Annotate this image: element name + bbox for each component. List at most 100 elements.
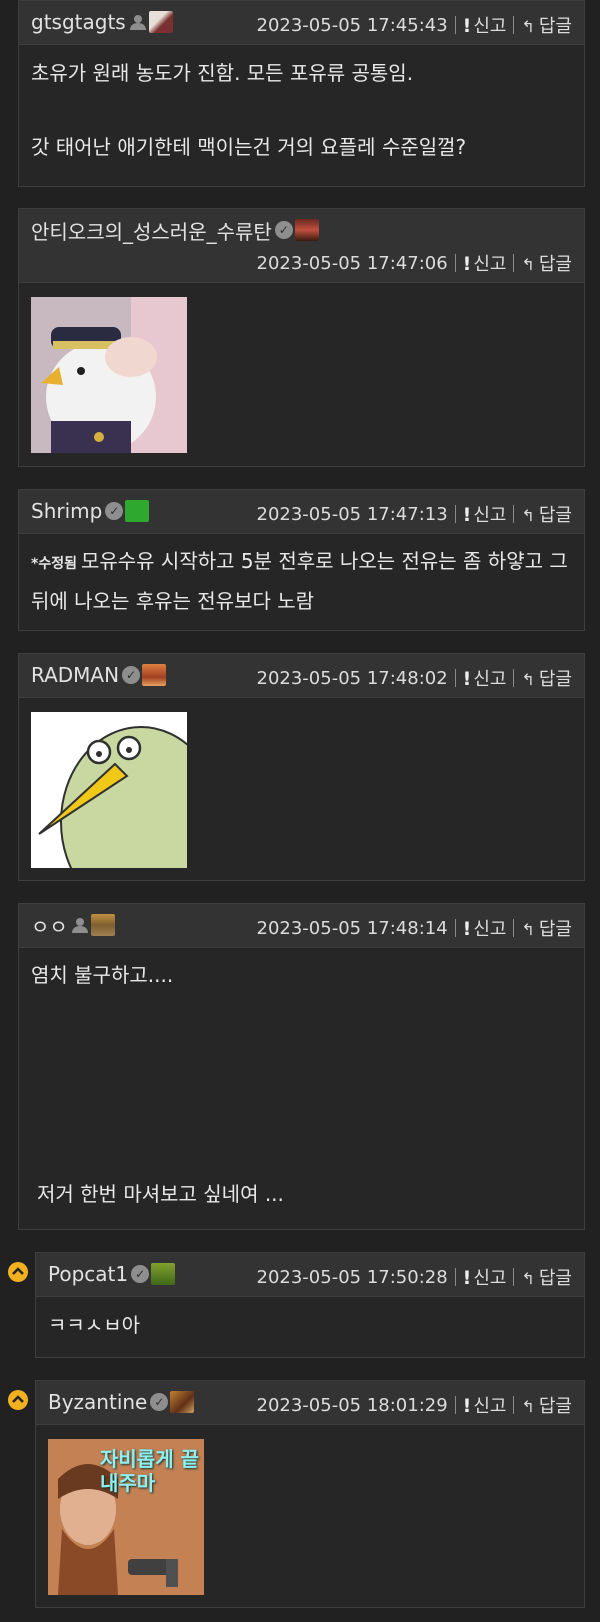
reply-indicator-icon — [8, 1390, 28, 1410]
user-badge-icon — [90, 914, 115, 936]
comment-author[interactable]: RADMAN ✓ — [31, 663, 167, 687]
comment-body — [19, 283, 584, 465]
report-label: 신고 — [473, 919, 507, 940]
reply-button[interactable]: ↰ 답글 — [521, 501, 572, 527]
comment-text: 저거 한번 마셔보고 싶네여 ... — [37, 1182, 284, 1206]
username[interactable]: Popcat1 — [48, 1262, 128, 1286]
edited-tag: *수정됨 — [31, 556, 77, 572]
username[interactable]: RADMAN — [31, 663, 119, 687]
comment-meta: 2023-05-05 17:48:02 ! 신고 ↰ 답글 — [257, 665, 573, 691]
report-button[interactable]: ! 신고 — [463, 1264, 507, 1290]
verified-check-icon: ✓ — [122, 666, 141, 684]
reply-button[interactable]: ↰ 답글 — [521, 250, 572, 276]
comment: gtsgtagts 2023-05-05 17:45:43 ! 신고 ↰ 답글 초유… — [18, 0, 585, 187]
report-button[interactable]: ! 신고 — [463, 12, 507, 38]
reply-arrow-icon: ↰ — [521, 670, 535, 689]
reply-arrow-icon: ↰ — [521, 1269, 535, 1288]
comment-meta: 2023-05-05 17:47:06 ! 신고 ↰ 답글 — [257, 250, 573, 276]
reply-button[interactable]: ↰ 답글 — [521, 1392, 572, 1418]
comment-author[interactable]: 안티오크의_성스러운_수류탄 ✓ — [31, 216, 319, 245]
exclamation-icon: ! — [462, 1395, 472, 1417]
timestamp: 2023-05-05 17:45:43 — [256, 14, 448, 36]
username[interactable]: gtsgtagts — [31, 10, 126, 34]
comment-meta: 2023-05-05 18:01:29 ! 신고 ↰ 답글 — [257, 1392, 573, 1418]
comment-author[interactable]: ㅇㅇ — [31, 911, 115, 940]
report-label: 신고 — [473, 505, 507, 526]
user-badge-icon — [125, 500, 150, 522]
comment-author[interactable]: Shrimp ✓ — [31, 499, 150, 523]
comment-line — [31, 92, 572, 129]
comment-image[interactable] — [31, 297, 187, 453]
comment: ㅇㅇ 2023-05-05 17:48:14 ! 신고 ↰ 답글 염치 불구하고..… — [18, 903, 585, 1230]
comment-body: 자비롭게 끝내주마 — [36, 1425, 584, 1607]
divider — [454, 505, 456, 523]
report-label: 신고 — [473, 254, 507, 275]
comment-image[interactable] — [31, 712, 222, 918]
reply-button[interactable]: ↰ 답글 — [521, 915, 572, 941]
reply-arrow-icon: ↰ — [521, 1397, 535, 1416]
reply-arrow-icon: ↰ — [521, 920, 535, 939]
reply-label: 답글 — [538, 919, 572, 940]
exclamation-icon: ! — [462, 668, 472, 690]
exclamation-icon: ! — [462, 15, 472, 37]
reply-comment: Popcat1 ✓ 2023-05-05 17:50:28 ! 신고 ↰ 답글 ㅋㅋ… — [35, 1252, 585, 1358]
timestamp: 2023-05-05 17:47:06 — [256, 252, 448, 274]
comment-header: 안티오크의_성스러운_수류탄 ✓ 2023-05-05 17:47:06 ! 신고… — [19, 209, 584, 283]
timestamp: 2023-05-05 17:50:28 — [256, 1266, 448, 1288]
divider — [513, 669, 515, 687]
timestamp: 2023-05-05 18:01:29 — [256, 1394, 448, 1416]
divider — [454, 669, 456, 687]
comment-header: Shrimp ✓ 2023-05-05 17:47:13 ! 신고 ↰ 답글 — [19, 490, 584, 534]
exclamation-icon: ! — [462, 253, 472, 275]
report-button[interactable]: ! 신고 — [463, 665, 507, 691]
report-label: 신고 — [473, 1396, 507, 1417]
username[interactable]: 안티오크의_성스러운_수류탄 — [31, 216, 272, 245]
username[interactable]: Byzantine — [48, 1390, 147, 1414]
reply-arrow-icon: ↰ — [521, 17, 535, 36]
verified-check-icon: ✓ — [131, 1265, 150, 1283]
username[interactable]: Shrimp — [31, 499, 102, 523]
comment-author[interactable]: Byzantine ✓ — [48, 1390, 195, 1414]
comment: Shrimp ✓ 2023-05-05 17:47:13 ! 신고 ↰ 답글 *수정… — [18, 489, 585, 631]
comment-body: ㅋㅋㅅㅂ아 — [36, 1297, 584, 1356]
username[interactable]: ㅇㅇ — [31, 911, 68, 940]
user-badge-icon — [294, 219, 319, 241]
comment-body: 초유가 원래 농도가 진함. 모든 포유류 공통임. 갓 태어난 애기한테 맥이… — [19, 45, 584, 178]
report-button[interactable]: ! 신고 — [463, 501, 507, 527]
comment-meta: 2023-05-05 17:48:14 ! 신고 ↰ 답글 — [257, 915, 573, 941]
divider — [513, 919, 515, 937]
report-button[interactable]: ! 신고 — [463, 1392, 507, 1418]
divider — [454, 16, 456, 34]
comment-author[interactable]: Popcat1 ✓ — [48, 1262, 176, 1286]
comment-text: ㅋㅋㅅㅂ아 — [48, 1313, 140, 1337]
divider — [513, 1396, 515, 1414]
image-caption: 자비롭게 끝내주마 — [100, 1447, 199, 1495]
comment-header: Popcat1 ✓ 2023-05-05 17:50:28 ! 신고 ↰ 답글 — [36, 1253, 584, 1297]
comment-image[interactable]: 자비롭게 끝내주마 — [48, 1439, 204, 1595]
report-button[interactable]: ! 신고 — [463, 915, 507, 941]
comment-body — [19, 698, 584, 918]
comment-body: *수정됨 모유수유 시작하고 5분 전후로 나오는 전유는 좀 하얗고 그 뒤에 … — [19, 534, 584, 632]
timestamp: 2023-05-05 17:48:14 — [256, 917, 448, 939]
comment-line: 초유가 원래 농도가 진함. 모든 포유류 공통임. — [31, 61, 414, 85]
reply-label: 답글 — [538, 505, 572, 526]
divider — [513, 505, 515, 523]
verified-check-icon: ✓ — [150, 1393, 169, 1411]
reply-button[interactable]: ↰ 답글 — [521, 1264, 572, 1290]
timestamp: 2023-05-05 17:47:13 — [256, 503, 448, 525]
reply-button[interactable]: ↰ 답글 — [521, 12, 572, 38]
reply-button[interactable]: ↰ 답글 — [521, 665, 572, 691]
user-badge-icon — [142, 664, 167, 686]
comment: 안티오크의_성스러운_수류탄 ✓ 2023-05-05 17:47:06 ! 신고… — [18, 208, 585, 467]
reply-comment: Byzantine ✓ 2023-05-05 18:01:29 ! 신고 ↰ 답글 … — [35, 1380, 585, 1608]
comment-author[interactable]: gtsgtagts — [31, 10, 173, 34]
exclamation-icon: ! — [462, 1267, 472, 1289]
exclamation-icon: ! — [462, 504, 472, 526]
report-label: 신고 — [473, 16, 507, 37]
report-label: 신고 — [473, 1268, 507, 1289]
comment-line: 갓 태어난 애기한테 맥이는건 거의 요플레 수준일껄? — [31, 135, 467, 159]
comment: RADMAN ✓ 2023-05-05 17:48:02 ! 신고 ↰ 답글 — [18, 653, 585, 918]
report-button[interactable]: ! 신고 — [463, 250, 507, 276]
divider — [454, 1396, 456, 1414]
reply-label: 답글 — [538, 16, 572, 37]
